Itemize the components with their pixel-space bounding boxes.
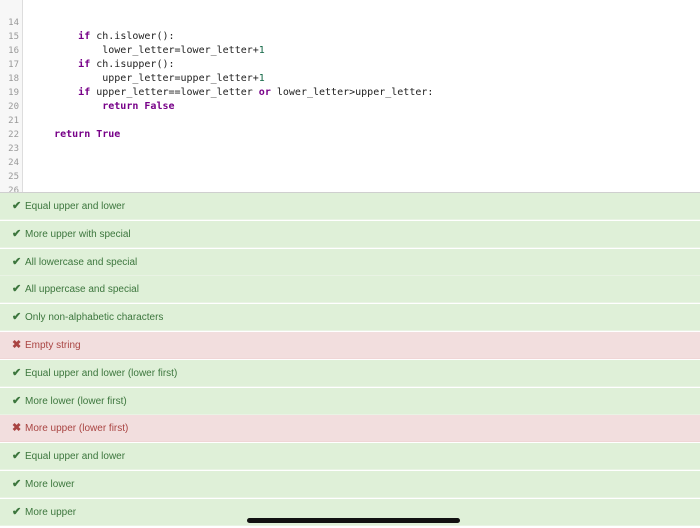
check-icon: ✔	[12, 227, 22, 240]
code-line[interactable]: 18 if upper_letter==lower_letter or lowe…	[0, 58, 700, 98]
test-result-row: ✔ More upper with special	[0, 220, 700, 248]
test-name: More upper (lower first)	[25, 423, 129, 435]
test-name: More upper	[25, 506, 77, 518]
check-icon: ✔	[12, 311, 22, 324]
test-result-row: ✖ More upper (lower first)	[0, 415, 700, 443]
code-line[interactable]: 17 upper_letter=upper_letter+1	[0, 44, 700, 84]
test-result-row: ✔ All lowercase and special	[0, 248, 700, 276]
code-line[interactable]: 20	[0, 86, 700, 112]
code-line[interactable]: 15 lower_letter=lower_letter+1	[0, 16, 700, 56]
code-line[interactable]: 14 if ch.islower():	[0, 2, 700, 42]
test-name: All uppercase and special	[25, 284, 139, 296]
code-line[interactable]: 25	[0, 156, 700, 182]
code-line[interactable]: 26	[0, 170, 700, 192]
test-name: Empty string	[25, 340, 81, 351]
test-result-row: ✔ Equal upper and lower (lower first)	[0, 359, 700, 387]
test-name: All lowercase and special	[25, 256, 138, 268]
code-line[interactable]: 22	[0, 114, 700, 140]
check-icon: ✔	[12, 394, 22, 407]
test-result-row: ✖ Empty string	[0, 332, 700, 359]
test-result-row: ✔ All uppercase and special	[0, 276, 700, 304]
test-result-row: ✔ Equal upper and lower	[0, 443, 700, 471]
line-number: 26	[8, 186, 19, 192]
check-icon: ✔	[12, 505, 22, 518]
code-line[interactable]: 24	[0, 142, 700, 168]
check-icon: ✔	[12, 255, 22, 268]
code-line[interactable]: 19 return False	[0, 72, 700, 112]
check-icon: ✔	[12, 200, 22, 212]
check-icon: ✔	[12, 478, 22, 490]
code-editor[interactable]: 14 if ch.islower(): 15 lower_letter=lowe…	[0, 0, 700, 192]
code-line[interactable]: 16 if ch.isupper():	[0, 30, 700, 70]
test-name: Equal upper and lower (lower first)	[25, 367, 178, 379]
home-indicator[interactable]	[247, 518, 460, 523]
test-result-row: ✔ Only non-alphabetic characters	[0, 304, 700, 332]
test-name: More upper with special	[25, 228, 131, 240]
check-icon: ✔	[12, 283, 22, 296]
test-name: Equal upper and lower	[25, 451, 126, 463]
test-result-row: ✔ More lower (lower first)	[0, 387, 700, 415]
check-icon: ✔	[12, 450, 22, 463]
test-name: Only non-alphabetic characters	[25, 312, 164, 324]
test-results-list: ✔ Equal upper and lower ✔ More upper wit…	[0, 192, 700, 528]
test-result-row: ✔ More lower	[0, 471, 700, 498]
code-line[interactable]: 21 return True	[0, 100, 700, 140]
test-result-row: ✔ Equal upper and lower	[0, 193, 700, 220]
cross-icon: ✖	[12, 339, 22, 351]
code-line[interactable]: 23	[0, 128, 700, 154]
check-icon: ✔	[12, 366, 22, 379]
test-name: More lower (lower first)	[25, 395, 127, 407]
test-name: More lower	[25, 479, 75, 490]
cross-icon: ✖	[12, 422, 22, 435]
test-name: Equal upper and lower	[25, 201, 126, 212]
